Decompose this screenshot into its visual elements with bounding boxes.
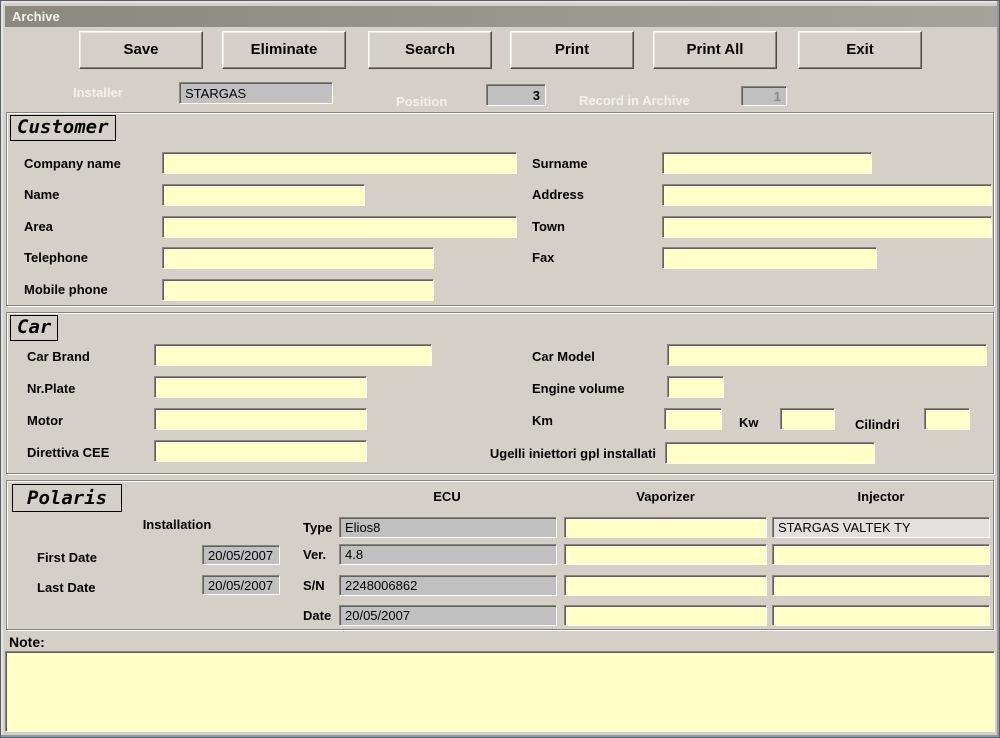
address-field[interactable] — [662, 184, 992, 206]
car-brand-field[interactable] — [154, 344, 432, 366]
save-button[interactable]: Save — [79, 31, 203, 69]
record-in-archive-field — [741, 86, 787, 106]
cilindri-field[interactable] — [924, 408, 970, 430]
km-label: Km — [532, 413, 553, 428]
name-label: Name — [24, 187, 60, 202]
eliminate-button[interactable]: Eliminate — [222, 31, 346, 69]
mobile-phone-field[interactable] — [162, 279, 434, 301]
print-all-button[interactable]: Print All — [653, 31, 777, 69]
vaporizer-type-field[interactable] — [564, 517, 767, 538]
position-label: Position — [396, 94, 448, 109]
vaporizer-column-header: Vaporizer — [636, 489, 695, 504]
first-date-field — [202, 545, 280, 565]
type-row-label: Type — [303, 520, 333, 535]
ugelli-iniettori-field[interactable] — [665, 442, 875, 464]
archive-window: Archive Save Eliminate Search Print Prin… — [0, 0, 1000, 738]
polaris-panel: Polaris ECU Vaporizer Injector Installat… — [6, 480, 994, 630]
injector-type-field[interactable] — [772, 517, 990, 538]
town-label: Town — [532, 219, 565, 234]
vaporizer-ver-field[interactable] — [564, 544, 767, 565]
customer-panel: Customer Company name Surname Name Addre… — [6, 112, 994, 306]
ecu-type-field — [339, 517, 557, 538]
town-field[interactable] — [662, 216, 992, 238]
motor-field[interactable] — [154, 408, 367, 430]
mobile-phone-label: Mobile phone — [24, 282, 108, 297]
injector-column-header: Injector — [857, 489, 905, 504]
engine-volume-label: Engine volume — [532, 381, 625, 396]
installer-label: Installer — [73, 85, 123, 100]
kw-label: Kw — [739, 415, 759, 430]
position-field — [486, 84, 546, 106]
engine-volume-field[interactable] — [667, 376, 724, 398]
date-row-label: Date — [303, 608, 332, 623]
motor-label: Motor — [27, 413, 64, 428]
area-field[interactable] — [162, 216, 517, 238]
direttiva-cee-field[interactable] — [154, 440, 367, 462]
note-textarea[interactable] — [5, 651, 995, 732]
ecu-column-header: ECU — [433, 489, 461, 504]
nr-plate-field[interactable] — [154, 376, 367, 398]
ecu-ver-field — [339, 544, 557, 565]
fax-field[interactable] — [662, 247, 877, 269]
vaporizer-date-field[interactable] — [564, 605, 767, 626]
area-label: Area — [24, 219, 53, 234]
ugelli-iniettori-label: Ugelli iniettori gpl installati — [489, 446, 656, 461]
surname-label: Surname — [532, 156, 588, 171]
injector-sn-field[interactable] — [772, 575, 990, 596]
km-field[interactable] — [664, 408, 722, 430]
kw-field[interactable] — [780, 408, 835, 430]
car-model-label: Car Model — [532, 349, 595, 364]
first-date-label: First Date — [37, 550, 97, 565]
ver-row-label: Ver. — [303, 547, 327, 562]
car-panel: Car Car Brand Car Model Nr.Plate Engine … — [6, 312, 994, 474]
search-button[interactable]: Search — [368, 31, 492, 69]
cilindri-label: Cilindri — [855, 417, 900, 432]
sn-row-label: S/N — [303, 578, 325, 593]
car-section-title: Car — [10, 315, 59, 341]
surname-field[interactable] — [662, 152, 872, 174]
direttiva-cee-label: Direttiva CEE — [27, 445, 110, 460]
telephone-field[interactable] — [162, 247, 434, 269]
installer-field — [179, 82, 333, 104]
address-label: Address — [532, 187, 585, 202]
exit-button[interactable]: Exit — [798, 31, 922, 69]
installation-label: Installation — [142, 517, 212, 532]
nr-plate-label: Nr.Plate — [27, 381, 76, 396]
name-field[interactable] — [162, 184, 365, 206]
ecu-date-field — [339, 605, 557, 626]
customer-section-title: Customer — [10, 115, 116, 141]
fax-label: Fax — [532, 250, 555, 265]
company-name-label: Company name — [24, 156, 121, 171]
window-title: Archive — [12, 9, 60, 24]
record-in-archive-label: Record in Archive — [579, 93, 690, 108]
car-model-field[interactable] — [667, 344, 987, 366]
title-bar: Archive — [5, 6, 997, 27]
print-button[interactable]: Print — [510, 31, 634, 69]
car-brand-label: Car Brand — [27, 349, 90, 364]
telephone-label: Telephone — [24, 250, 89, 265]
note-label: Note: — [9, 634, 45, 650]
vaporizer-sn-field[interactable] — [564, 575, 767, 596]
ecu-sn-field — [339, 575, 557, 596]
last-date-label: Last Date — [37, 580, 96, 595]
injector-ver-field[interactable] — [772, 544, 990, 565]
injector-date-field[interactable] — [772, 605, 990, 626]
last-date-field — [202, 575, 280, 595]
company-name-field[interactable] — [162, 152, 517, 174]
polaris-section-title: Polaris — [12, 484, 123, 512]
